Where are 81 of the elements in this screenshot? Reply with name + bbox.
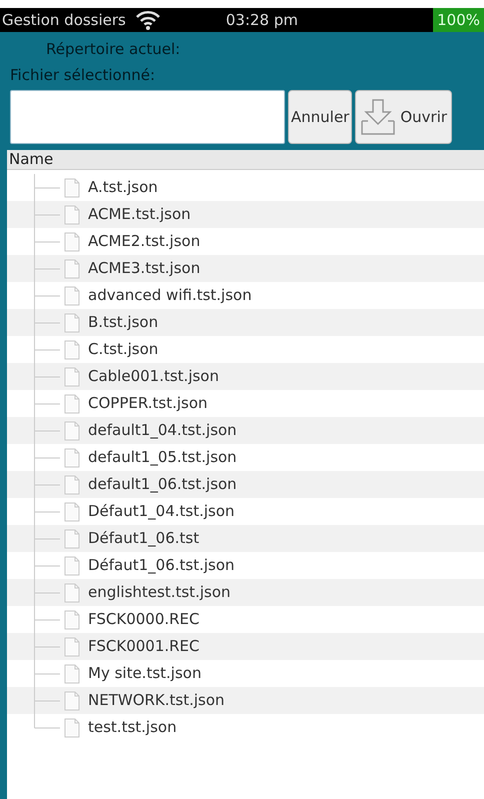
- selected-file-label: Fichier sélectionné:: [10, 65, 156, 86]
- tree-connector-icon: [34, 390, 60, 417]
- file-icon: [64, 420, 80, 440]
- file-name: FSCK0000.REC: [88, 609, 200, 630]
- file-icon: [64, 394, 80, 414]
- file-name: Défaut1_06.tst: [88, 528, 200, 550]
- file-icon: [64, 258, 80, 278]
- open-button[interactable]: Ouvrir: [355, 90, 452, 144]
- file-icon: [64, 664, 80, 684]
- file-name: default1_06.tst.json: [88, 474, 237, 496]
- column-header[interactable]: Name: [7, 148, 54, 171]
- tree-connector-icon: [34, 336, 60, 363]
- tree-connector-icon: [34, 633, 60, 660]
- file-icon: [64, 204, 80, 224]
- file-name: advanced wifi.tst.json: [88, 285, 252, 306]
- file-icon: [64, 610, 80, 630]
- file-icon: [64, 366, 80, 386]
- file-name: FSCK0001.REC: [88, 636, 200, 658]
- tree-connector-icon: [34, 201, 60, 228]
- file-icon: [64, 582, 80, 602]
- tree-connector-icon: [34, 444, 60, 471]
- file-name: test.tst.json: [88, 717, 177, 738]
- current-directory-label: Répertoire actuel:: [45, 39, 182, 60]
- tree-connector-icon: [34, 174, 60, 201]
- file-row[interactable]: default1_06.tst.json: [7, 471, 484, 498]
- tree-connector-icon: [34, 363, 60, 390]
- file-name: Défaut1_06.tst.json: [88, 555, 235, 576]
- file-row[interactable]: ACME3.tst.json: [7, 255, 484, 282]
- file-icon: [64, 474, 80, 494]
- file-name: Cable001.tst.json: [88, 366, 219, 388]
- file-icon: [64, 340, 80, 360]
- file-icon: [64, 178, 80, 198]
- tree-connector-icon: [34, 228, 60, 255]
- file-name: englishtest.tst.json: [88, 582, 230, 604]
- battery-level: 100%: [433, 8, 484, 32]
- tree-connector-icon: [34, 498, 60, 525]
- file-row[interactable]: ACME.tst.json: [7, 201, 484, 228]
- file-row[interactable]: Défaut1_06.tst: [7, 525, 484, 552]
- file-icon: [64, 312, 80, 332]
- file-name: COPPER.tst.json: [88, 393, 208, 414]
- file-icon: [64, 232, 80, 252]
- file-icon: [64, 690, 80, 710]
- file-name: B.tst.json: [88, 312, 158, 334]
- file-row[interactable]: B.tst.json: [7, 309, 484, 336]
- file-name: My site.tst.json: [88, 663, 202, 684]
- tree-connector-icon: [34, 309, 60, 336]
- tree-connector-icon: [34, 525, 60, 552]
- tree-connector-icon: [34, 417, 60, 444]
- file-icon: [64, 448, 80, 468]
- file-row[interactable]: FSCK0001.REC: [7, 633, 484, 660]
- file-icon: [64, 286, 80, 306]
- file-row[interactable]: default1_04.tst.json: [7, 417, 484, 444]
- tree-connector-icon: [34, 660, 60, 687]
- app-title: Gestion dossiers: [1, 10, 126, 31]
- wifi-icon: [134, 10, 162, 30]
- file-icon: [64, 528, 80, 548]
- file-row[interactable]: Cable001.tst.json: [7, 363, 484, 390]
- file-name: default1_05.tst.json: [88, 447, 237, 468]
- file-icon: [64, 556, 80, 576]
- file-name: C.tst.json: [88, 339, 158, 360]
- file-name: default1_04.tst.json: [88, 420, 237, 442]
- tree-connector-icon: [34, 579, 60, 606]
- tree-connector-icon: [34, 552, 60, 579]
- file-name: Défaut1_04.tst.json: [88, 501, 235, 522]
- file-name: ACME3.tst.json: [88, 258, 200, 280]
- file-icon: [64, 502, 80, 522]
- file-name: A.tst.json: [88, 177, 158, 198]
- file-name-field[interactable]: [10, 90, 285, 144]
- clock-time: 03:28 pm: [226, 10, 298, 31]
- file-icon: [64, 718, 80, 738]
- tree-connector-icon: [34, 255, 60, 282]
- cancel-button[interactable]: Annuler: [288, 90, 352, 144]
- file-row[interactable]: englishtest.tst.json: [7, 579, 484, 606]
- file-icon: [64, 636, 80, 656]
- file-name: ACME.tst.json: [88, 204, 191, 226]
- tree-connector-icon: [34, 282, 60, 309]
- file-name: NETWORK.tst.json: [88, 690, 225, 712]
- tree-connector-icon: [34, 471, 60, 498]
- file-name: ACME2.tst.json: [88, 231, 200, 252]
- tree-connector-icon: [34, 606, 60, 633]
- file-row[interactable]: NETWORK.tst.json: [7, 687, 484, 714]
